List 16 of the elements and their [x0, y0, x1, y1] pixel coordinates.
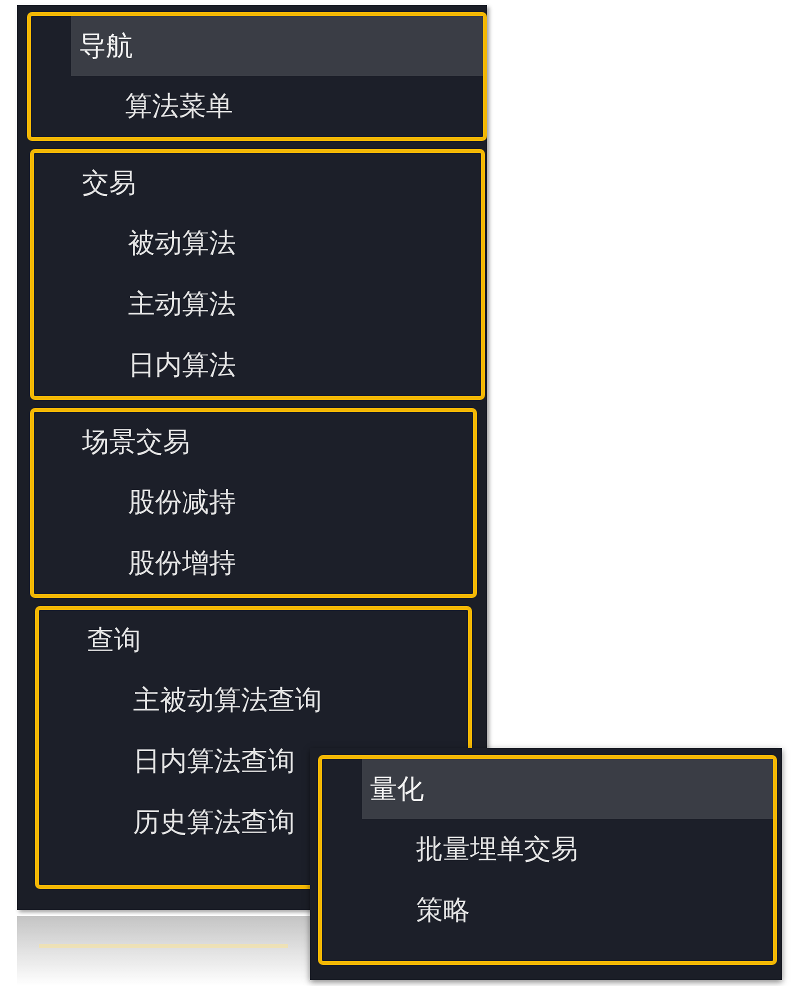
menu-item[interactable]: 算法菜单 — [125, 93, 233, 120]
section-header: 查询 — [86, 624, 141, 658]
menu-item[interactable]: 主被动算法查询 — [133, 687, 322, 714]
section-header: 量化 — [362, 759, 773, 819]
menu-item[interactable]: 主动算法 — [128, 291, 236, 318]
menu-item[interactable]: 策略 — [416, 897, 470, 924]
menu-item[interactable]: 被动算法 — [128, 230, 236, 257]
menu-item[interactable]: 日内算法查询 — [133, 748, 295, 775]
menu-item[interactable]: 日内算法 — [128, 352, 236, 379]
section-header: 交易 — [81, 166, 136, 200]
menu-item[interactable]: 股份减持 — [128, 489, 236, 516]
menu-item[interactable]: 股份增持 — [128, 550, 236, 577]
section-header: 场景交易 — [81, 426, 190, 460]
menu-item[interactable]: 批量埋单交易 — [416, 836, 578, 863]
section-header: 导航 — [71, 16, 483, 76]
menu-item[interactable]: 历史算法查询 — [133, 809, 295, 836]
